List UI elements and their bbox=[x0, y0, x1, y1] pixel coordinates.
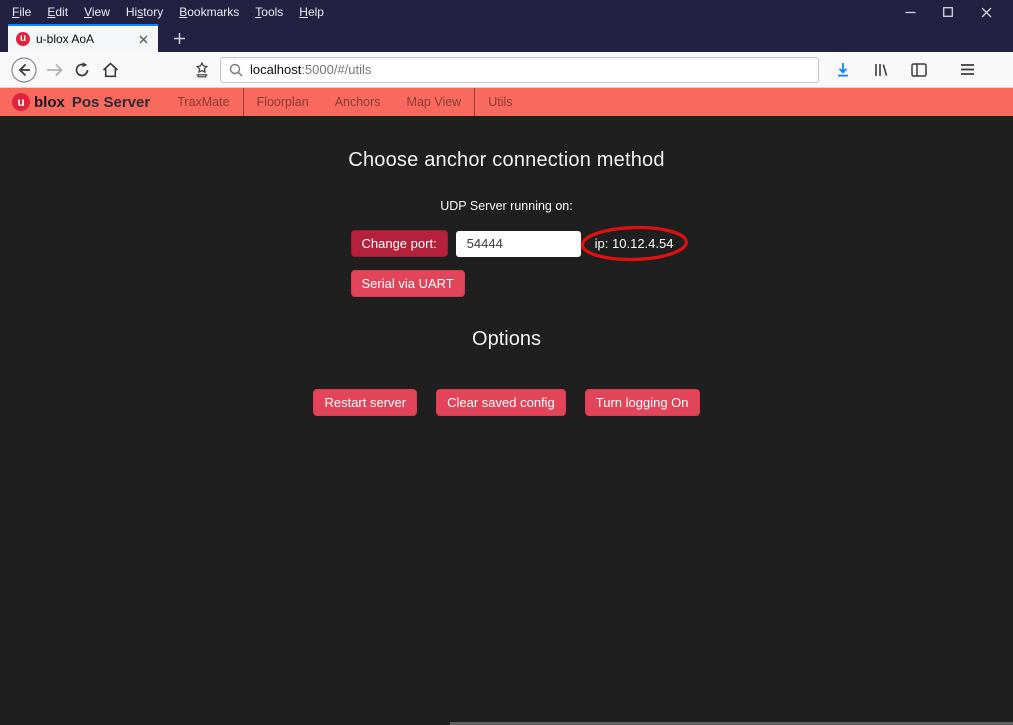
search-icon bbox=[229, 63, 243, 77]
tab-ublox-aoa[interactable]: u u-blox AoA bbox=[8, 24, 158, 52]
tab-close-icon[interactable] bbox=[134, 30, 152, 48]
site-navbar: u blox Pos Server TraxMate Floorplan Anc… bbox=[0, 88, 1013, 116]
ublox-favicon: u bbox=[16, 32, 30, 46]
menu-history[interactable]: History bbox=[118, 2, 171, 22]
navigation-toolbar: localhost:5000/#/utils bbox=[0, 52, 1013, 88]
clear-saved-config-button[interactable]: Clear saved config bbox=[436, 389, 566, 416]
nav-link-utils[interactable]: Utils bbox=[475, 88, 525, 116]
forward-icon[interactable] bbox=[40, 56, 68, 84]
sidebar-icon[interactable] bbox=[905, 56, 933, 84]
menu-tools[interactable]: Tools bbox=[247, 2, 291, 22]
url-bar[interactable]: localhost:5000/#/utils bbox=[220, 56, 819, 83]
minimize-icon[interactable] bbox=[891, 0, 929, 24]
turn-logging-on-button[interactable]: Turn logging On bbox=[584, 389, 700, 416]
page-title: Choose anchor connection method bbox=[348, 149, 665, 171]
toolbar-right-icons bbox=[829, 56, 981, 84]
site-nav-links: TraxMate Floorplan Anchors Map View Util… bbox=[164, 88, 525, 116]
tab-bar: u u-blox AoA bbox=[0, 24, 1013, 52]
library-icon[interactable] bbox=[867, 56, 895, 84]
menu-help[interactable]: Help bbox=[291, 2, 332, 22]
menu-file[interactable]: File bbox=[4, 2, 39, 22]
menu-bar: File Edit View History Bookmarks Tools H… bbox=[0, 0, 1013, 24]
reload-icon[interactable] bbox=[68, 56, 96, 84]
menu-bookmarks[interactable]: Bookmarks bbox=[171, 2, 247, 22]
page-content: Choose anchor connection method UDP Serv… bbox=[0, 116, 1013, 725]
port-input[interactable] bbox=[455, 230, 581, 257]
port-row: Change port: ip: 10.12.4.54 bbox=[350, 225, 688, 262]
hamburger-menu-icon[interactable] bbox=[953, 56, 981, 84]
url-text: localhost:5000/#/utils bbox=[250, 62, 371, 77]
maximize-icon[interactable] bbox=[929, 0, 967, 24]
brand-suffix: Pos Server bbox=[71, 93, 151, 111]
options-buttons: Restart server Clear saved config Turn l… bbox=[0, 389, 1013, 416]
options-heading: Options bbox=[472, 328, 541, 350]
brand-name: blox bbox=[34, 93, 65, 111]
menu-edit[interactable]: Edit bbox=[39, 2, 76, 22]
tab-title: u-blox AoA bbox=[36, 32, 95, 46]
restart-server-button[interactable]: Restart server bbox=[313, 389, 418, 416]
ublox-logo-icon: u bbox=[12, 93, 30, 111]
connection-controls: Change port: ip: 10.12.4.54 Serial via U… bbox=[350, 225, 688, 297]
close-window-icon[interactable] bbox=[967, 0, 1005, 24]
bookmarks-menu-icon[interactable] bbox=[188, 56, 216, 84]
url-host: localhost bbox=[250, 62, 302, 77]
nav-link-map-view[interactable]: Map View bbox=[394, 88, 475, 116]
window-controls bbox=[891, 0, 1013, 24]
ip-label: ip: 10.12.4.54 bbox=[580, 225, 688, 262]
udp-status-label: UDP Server running on: bbox=[440, 199, 573, 213]
browser-window: File Edit View History Bookmarks Tools H… bbox=[0, 0, 1013, 725]
change-port-button[interactable]: Change port: bbox=[350, 230, 448, 257]
brand-ublox-pos-server[interactable]: u blox Pos Server bbox=[12, 93, 150, 111]
new-tab-icon[interactable] bbox=[166, 25, 192, 51]
download-icon[interactable] bbox=[829, 56, 857, 84]
home-icon[interactable] bbox=[96, 56, 124, 84]
ip-text: ip: 10.12.4.54 bbox=[594, 236, 674, 251]
nav-link-floorplan[interactable]: Floorplan bbox=[244, 88, 322, 116]
menu-view[interactable]: View bbox=[76, 2, 118, 22]
url-path: :5000/#/utils bbox=[301, 62, 372, 77]
serial-via-uart-button[interactable]: Serial via UART bbox=[350, 270, 465, 297]
nav-link-anchors[interactable]: Anchors bbox=[322, 88, 394, 116]
back-icon[interactable] bbox=[8, 56, 40, 84]
nav-link-traxmate[interactable]: TraxMate bbox=[164, 88, 242, 116]
